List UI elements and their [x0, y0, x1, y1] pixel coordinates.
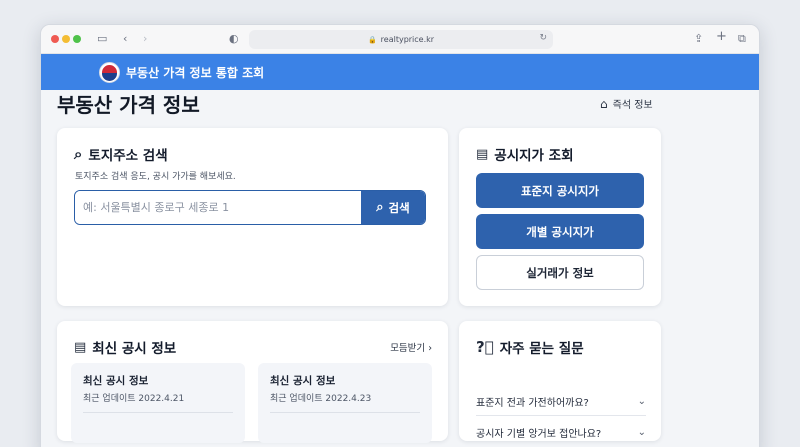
chevron-right-icon: › — [428, 343, 432, 354]
back-icon[interactable]: ‹ — [123, 31, 127, 47]
faq-item[interactable]: 공시자 기별 앙거보 접안나요? ⌄ — [476, 425, 646, 440]
browser-toolbar: ▭ ‹ › ◐ 🔒 realtyprice.kr ↻ ⇪ + ⧉ — [41, 25, 759, 54]
news-item[interactable]: 최신 공시 정보 최근 업데이트 2022.4.21 — [71, 363, 245, 443]
faq-item[interactable]: 표준지 전과 가전하어까요? ⌄ — [476, 394, 646, 409]
document-search-icon: ▤ — [476, 146, 489, 162]
home-icon: ⌂ — [600, 96, 608, 111]
faq-question: 공시자 기별 앙거보 접안나요? — [476, 429, 602, 440]
quick-info-label: 즉석 정보 — [612, 100, 653, 111]
divider — [83, 412, 233, 413]
faq-card: ?⃝ 자주 묻는 질문 표준지 전과 가전하어까요? ⌄ 공시자 기별 앙거보 … — [459, 321, 661, 441]
official-price-card: ▤ 공시지가 조회 표준지 공시지가 개별 공시지가 실거래가 정보 — [459, 128, 661, 306]
url-text: realtyprice.kr — [380, 35, 435, 44]
site-title[interactable]: 부동산 가격 정보 통합 조회 — [126, 64, 264, 81]
news-card-title: 최신 공시 정보 — [92, 341, 177, 357]
sidebar-icon[interactable]: ▭ — [97, 31, 107, 47]
address-search-card: ⌕ 토지주소 검색 토지주소 검색 응도, 공시 가가를 해보세요. ⌕ 검색 — [57, 128, 448, 306]
news-item-title: 최신 공시 정보 — [270, 375, 336, 387]
tabs-overview-icon[interactable]: ⧉ — [738, 31, 746, 47]
reload-icon[interactable]: ↻ — [539, 33, 547, 43]
share-icon[interactable]: ⇪ — [694, 31, 703, 47]
maximize-window-button[interactable] — [73, 35, 81, 43]
quick-info-link[interactable]: ⌂ 즉석 정보 — [600, 96, 653, 112]
see-all-link[interactable]: 모듬받기 › — [390, 340, 432, 354]
government-emblem-icon — [99, 61, 120, 83]
search-subtitle: 토지주소 검색 응도, 공시 가가를 해보세요. — [75, 172, 236, 182]
search-button-label: 검색 — [388, 200, 410, 215]
document-icon: ▤ — [74, 339, 87, 355]
search-button[interactable]: ⌕ 검색 — [361, 191, 425, 224]
chevron-down-icon: ⌄ — [637, 427, 646, 438]
new-tab-icon[interactable]: + — [716, 29, 727, 45]
site-header: 부동산 가격 정보 통합 조회 — [41, 54, 759, 90]
standard-land-price-button[interactable]: 표준지 공시지가 — [476, 173, 644, 208]
address-search-input[interactable] — [75, 191, 361, 224]
lock-icon: 🔒 — [367, 35, 377, 44]
price-card-title: 공시지가 조회 — [494, 148, 574, 164]
search-card-title: 토지주소 검색 — [88, 148, 168, 164]
close-window-button[interactable] — [51, 35, 59, 43]
search-icon: ⌕ — [74, 145, 83, 163]
page-title: 부동산 가격 정보 — [57, 93, 200, 117]
faq-question: 표준지 전과 가전하어까요? — [476, 398, 589, 409]
minimize-window-button[interactable] — [62, 35, 70, 43]
news-item[interactable]: 최신 공시 정보 최근 업데이트 2022.4.23 — [258, 363, 432, 443]
latest-notice-card: ▤ 최신 공시 정보 모듬받기 › 최신 공시 정보 최근 업데이트 2022.… — [57, 321, 448, 443]
news-item-date: 최근 업데이트 2022.4.23 — [270, 394, 372, 404]
privacy-shield-icon[interactable]: ◐ — [229, 31, 239, 47]
chevron-down-icon: ⌄ — [637, 396, 646, 407]
individual-land-price-button[interactable]: 개별 공시지가 — [476, 214, 644, 249]
see-all-label: 모듬받기 — [390, 343, 426, 354]
faq-card-title: 자주 묻는 질문 — [499, 341, 584, 357]
address-bar[interactable]: 🔒 realtyprice.kr ↻ — [249, 30, 553, 49]
question-icon: ?⃝ — [476, 338, 494, 356]
divider — [476, 415, 646, 416]
divider — [270, 412, 420, 413]
news-item-title: 최신 공시 정보 — [83, 375, 149, 387]
search-form: ⌕ 검색 — [74, 190, 426, 225]
news-item-date: 최근 업데이트 2022.4.21 — [83, 394, 185, 404]
forward-icon[interactable]: › — [143, 31, 147, 47]
real-transaction-price-button[interactable]: 실거래가 정보 — [476, 255, 644, 290]
search-icon: ⌕ — [376, 200, 384, 215]
